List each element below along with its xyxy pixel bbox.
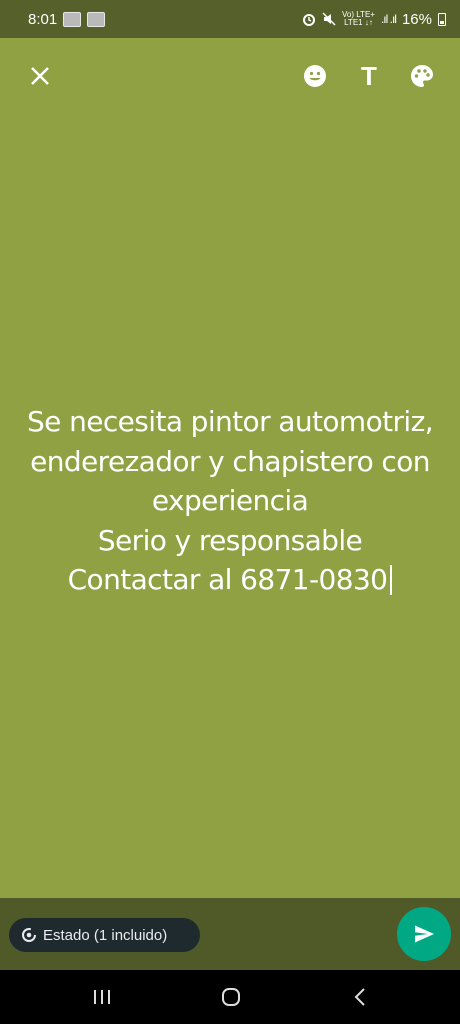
text-cursor	[390, 565, 393, 595]
status-bar: 8:01 Vo) LTE+ LTE1 ↓↑ .ıl .ıl 16%	[0, 0, 460, 38]
home-button[interactable]	[211, 982, 251, 1012]
battery-percent: 16%	[401, 10, 432, 28]
text-style-button[interactable]: T	[349, 52, 389, 100]
emoji-button[interactable]	[295, 52, 335, 100]
status-ring-icon	[22, 928, 36, 942]
status-text-content: Se necesita pintor automotriz, enderezad…	[26, 405, 434, 596]
close-icon	[31, 67, 49, 85]
notification-image-icon	[63, 11, 82, 27]
notification-image-icon	[87, 11, 106, 27]
back-icon	[354, 988, 365, 1006]
recents-icon	[94, 990, 110, 1004]
close-button[interactable]	[20, 52, 60, 100]
signal-icon: .ıl .ıl	[380, 12, 397, 26]
back-button[interactable]	[340, 982, 380, 1012]
background-color-button[interactable]	[402, 52, 442, 100]
status-left: 8:01	[28, 10, 106, 28]
network-indicator: Vo) LTE+ LTE1 ↓↑	[341, 10, 375, 27]
audience-label: Estado (1 incluido)	[43, 926, 168, 944]
emoji-icon	[304, 65, 326, 87]
home-icon	[222, 988, 240, 1006]
editor-toolbar: T	[0, 52, 460, 100]
send-button[interactable]	[397, 907, 451, 961]
status-time: 8:01	[28, 10, 58, 28]
recents-button[interactable]	[82, 982, 122, 1012]
battery-icon	[438, 12, 446, 26]
text-style-icon: T	[361, 60, 377, 91]
status-audience-chip[interactable]: Estado (1 incluido)	[9, 918, 200, 952]
send-icon	[415, 925, 434, 943]
system-navigation-bar	[0, 970, 460, 1024]
palette-icon	[411, 65, 433, 87]
status-right: Vo) LTE+ LTE1 ↓↑ .ıl .ıl 16%	[302, 11, 446, 28]
alarm-icon	[302, 14, 315, 26]
status-text-editor[interactable]: Se necesita pintor automotriz, enderezad…	[20, 402, 440, 600]
mute-icon	[322, 12, 336, 26]
